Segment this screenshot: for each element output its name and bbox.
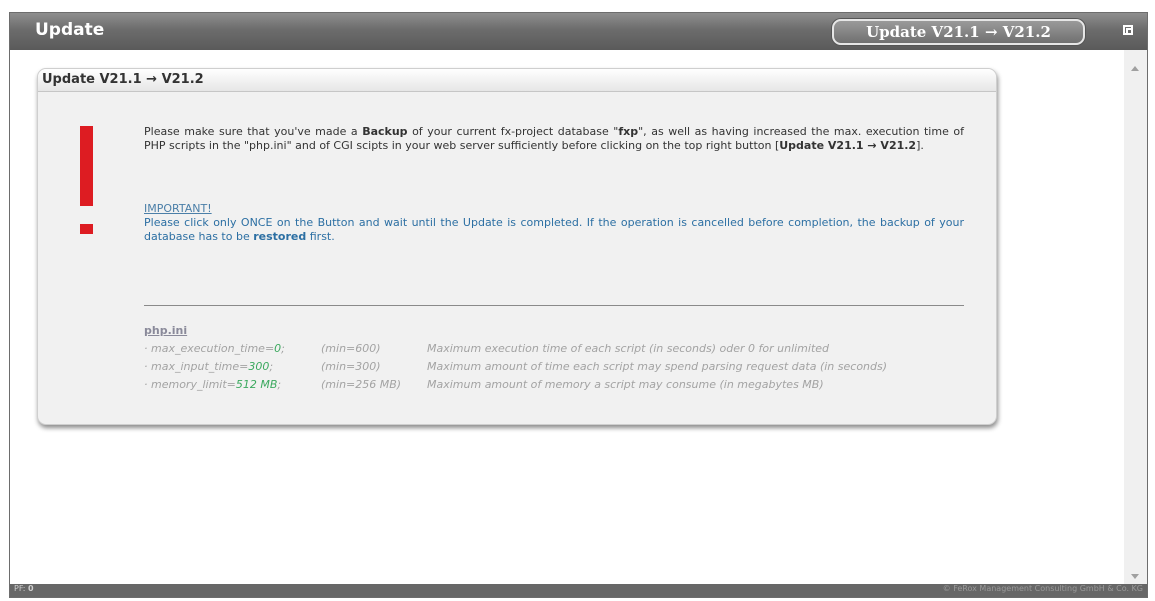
vertical-scrollbar[interactable] — [1124, 50, 1147, 585]
ini-min: (min=600) — [321, 342, 381, 355]
database-name: fxp — [618, 125, 639, 138]
ini-description: Maximum amount of time each script may s… — [427, 360, 888, 373]
exclamation-dot-icon — [80, 224, 93, 234]
divider — [144, 305, 964, 306]
update-panel: Update V21.1 → V21.2 Please make sure th… — [37, 68, 997, 425]
ini-description: Maximum execution time of each script (i… — [427, 342, 830, 355]
ini-description: Maximum amount of memory a script may co… — [427, 378, 824, 391]
scroll-up-arrow-icon[interactable] — [1131, 66, 1139, 71]
window-title: Update — [35, 20, 105, 40]
php-ini-title: php.ini — [144, 324, 188, 337]
backup-message: Please make sure that you've made a Back… — [144, 125, 964, 152]
title-bar: Update Update V21.1 → V21.2 — [10, 13, 1147, 50]
restored-emphasis: restored — [253, 230, 307, 243]
content-area: Update V21.1 → V21.2 Please make sure th… — [10, 50, 1124, 585]
pf-indicator: PF: 0 — [14, 584, 34, 593]
status-bar: PF: 0 © FeRox Management Consulting GmbH… — [10, 584, 1147, 597]
backup-emphasis: Backup — [362, 125, 408, 138]
important-message: Please click only ONCE on the Button and… — [144, 216, 964, 243]
ini-value: 512 MB — [235, 378, 278, 391]
ini-value: 300 — [248, 360, 270, 373]
update-button[interactable]: Update V21.1 → V21.2 — [832, 19, 1085, 45]
ini-min: (min=256 MB) — [321, 378, 402, 391]
scroll-down-arrow-icon[interactable] — [1131, 574, 1139, 579]
button-reference: Update V21.1 → V21.2 — [779, 139, 917, 152]
copyright-text: © FeRox Management Consulting GmbH & Co.… — [942, 584, 1143, 593]
exclamation-icon — [80, 126, 93, 206]
panel-title: Update V21.1 → V21.2 — [42, 72, 204, 87]
update-window: Update Update V21.1 → V21.2 Update V21.1… — [9, 12, 1148, 598]
ini-min: (min=300) — [321, 360, 381, 373]
maximize-icon[interactable] — [1123, 25, 1133, 35]
important-link[interactable]: IMPORTANT! — [144, 202, 212, 215]
panel-header: Update V21.1 → V21.2 — [38, 69, 996, 92]
